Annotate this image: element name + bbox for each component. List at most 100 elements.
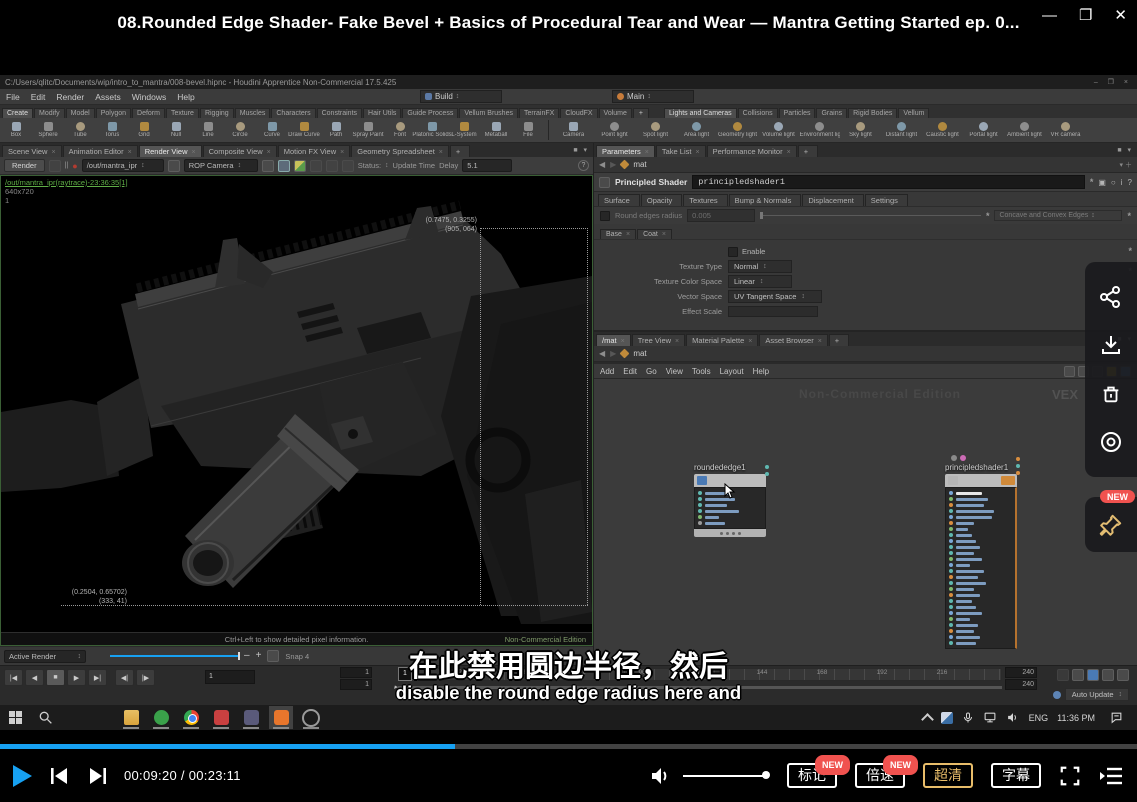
next-button[interactable]	[87, 767, 107, 785]
network-menu-item[interactable]: Tools	[692, 367, 711, 376]
houdini-menu-item[interactable]: Assets	[95, 92, 121, 102]
flag-icon[interactable]	[310, 160, 322, 172]
pane-tab[interactable]: Parameters	[596, 145, 655, 157]
shelf-tool[interactable]: Grid	[128, 118, 160, 142]
quality-button[interactable]: 超清	[923, 763, 973, 788]
round-edges-value[interactable]: 0.005	[687, 209, 755, 222]
shelf-tab[interactable]: Muscles	[235, 108, 271, 118]
round-edges-checkbox[interactable]	[600, 211, 610, 221]
camera-selector[interactable]: ROP Camera↕	[184, 159, 258, 172]
shelf-tool[interactable]: Portal light	[963, 118, 1004, 142]
shelf-tool[interactable]: Curve	[256, 118, 288, 142]
shelf-tool[interactable]: Null	[160, 118, 192, 142]
shelf-tool[interactable]: L-System	[448, 118, 480, 142]
taskbar-houdini[interactable]	[269, 706, 293, 729]
forward-icon[interactable]: ▶	[610, 160, 616, 169]
shelf-tab[interactable]: Modify	[34, 108, 65, 118]
back-icon[interactable]: ◀	[599, 349, 605, 358]
search-icon[interactable]: ○	[1111, 178, 1116, 187]
shelf-tab[interactable]: Polygon	[96, 108, 131, 118]
shelf-tab[interactable]: Collisions	[738, 108, 778, 118]
enable-checkbox[interactable]	[728, 247, 738, 257]
shelf-tool[interactable]: Platonic Solids	[416, 118, 448, 142]
clock[interactable]: 11:36 PM	[1057, 713, 1095, 723]
shader-tab[interactable]: Surface	[598, 194, 640, 206]
delay-field[interactable]: 5.1	[462, 159, 512, 172]
record-button[interactable]	[1098, 429, 1124, 455]
info-icon[interactable]: i	[1121, 178, 1123, 187]
houdini-menu-item[interactable]: Render	[56, 92, 84, 102]
shelf-tool[interactable]: Sphere	[32, 118, 64, 142]
close-button[interactable]: ✕	[1114, 6, 1127, 26]
shelf-tool[interactable]: Geometry light	[717, 118, 758, 142]
shelf-tool[interactable]: Font	[384, 118, 416, 142]
taskbar-app-red[interactable]	[209, 706, 233, 729]
taskbar-chrome[interactable]	[179, 706, 203, 729]
volume-knob[interactable]	[762, 771, 770, 779]
node-output-dot[interactable]	[1016, 464, 1020, 468]
shelf-tool[interactable]: Tube	[64, 118, 96, 142]
speed-button[interactable]: 倍速 NEW	[855, 763, 905, 788]
color-space-dropdown[interactable]: Linear↕	[728, 275, 792, 288]
pane-tab[interactable]: Motion FX View	[278, 145, 350, 157]
shelf-tool[interactable]: Path	[320, 118, 352, 142]
shelf-tab[interactable]: Hair Utils	[363, 108, 401, 118]
shelf-tool[interactable]: Box	[0, 118, 32, 142]
network-canvas[interactable]: Non-Commercial Edition VEX roundededge1	[594, 379, 1137, 665]
start-button[interactable]	[3, 706, 27, 729]
node-header[interactable]	[945, 474, 1017, 487]
shader-tab[interactable]: Bump & Normals	[729, 194, 802, 206]
shelf-tab[interactable]: TerrainFX	[519, 108, 559, 118]
taskbar-search-icon[interactable]	[33, 706, 57, 729]
pane-add-tab[interactable]: +	[450, 145, 470, 157]
shelf-tab[interactable]: Characters	[271, 108, 315, 118]
node-output-dot[interactable]	[765, 465, 769, 469]
pane-tab[interactable]: Scene View	[2, 145, 62, 157]
gear-icon[interactable]: *	[1090, 177, 1094, 187]
node-flags[interactable]	[951, 455, 1017, 461]
shelf-tool[interactable]: Area light	[676, 118, 717, 142]
gear-icon[interactable]: *	[1128, 246, 1132, 256]
shelf-tool[interactable]: Draw Curve	[288, 118, 320, 142]
save-preset-icon[interactable]: ▣	[1098, 178, 1106, 187]
tray-app-icon[interactable]	[941, 712, 953, 724]
shelf-tab[interactable]: Constraints	[317, 108, 362, 118]
pane-tab[interactable]: Material Palette	[686, 334, 758, 346]
shelf-tool[interactable]: Line	[192, 118, 224, 142]
shelf-tool[interactable]: Circle	[224, 118, 256, 142]
network-path[interactable]: mat	[633, 349, 646, 358]
base-tab[interactable]: Base	[600, 229, 636, 239]
pane-tab[interactable]: Animation Editor	[63, 145, 138, 157]
pane-tab[interactable]: Take List	[656, 145, 706, 157]
help-icon[interactable]: ?	[578, 160, 589, 171]
back-icon[interactable]: ◀	[599, 160, 605, 169]
playlist-button[interactable]	[1099, 766, 1123, 786]
shelf-tool[interactable]: Distant light	[881, 118, 922, 142]
houdini-menu-item[interactable]: Windows	[132, 92, 166, 102]
effect-scale-field[interactable]	[728, 306, 818, 317]
delete-button[interactable]	[1098, 381, 1124, 407]
shelf-tool[interactable]: Metaball	[480, 118, 512, 142]
pane-menu-icon[interactable]: ■ ▾	[1117, 146, 1133, 154]
pane-add-tab[interactable]: +	[829, 334, 849, 346]
maximize-button[interactable]: ❐	[1079, 6, 1092, 26]
shelf-add-tab[interactable]: +	[633, 108, 649, 118]
render-viewport[interactable]: /out/mantra_ipr(raytrace)-23:36:35[1] 64…	[0, 175, 593, 646]
download-button[interactable]	[1098, 332, 1124, 358]
shader-tab[interactable]: Displacement	[802, 194, 863, 206]
network-menu-item[interactable]: Help	[753, 367, 769, 376]
rop-chooser-icon[interactable]	[168, 160, 180, 172]
view-mode-icon[interactable]	[278, 160, 290, 172]
node-path[interactable]: mat	[633, 160, 646, 169]
pane-tab[interactable]: Performance Monitor	[707, 145, 797, 157]
fullscreen-button[interactable]	[1059, 765, 1081, 787]
render-stop-icon[interactable]: ●	[72, 161, 77, 171]
take-selector[interactable]: Main↕	[612, 90, 694, 103]
shelf-tab[interactable]: Model	[66, 108, 95, 118]
subtitle-button[interactable]: 字幕	[991, 763, 1041, 788]
shelf-tab[interactable]: Rigid Bodies	[848, 108, 897, 118]
houdini-menu-item[interactable]: Edit	[31, 92, 46, 102]
shelf-tab[interactable]: Volume	[599, 108, 632, 118]
shelf-tool[interactable]: Spot light	[635, 118, 676, 142]
shelf-tab[interactable]: Grains	[816, 108, 847, 118]
